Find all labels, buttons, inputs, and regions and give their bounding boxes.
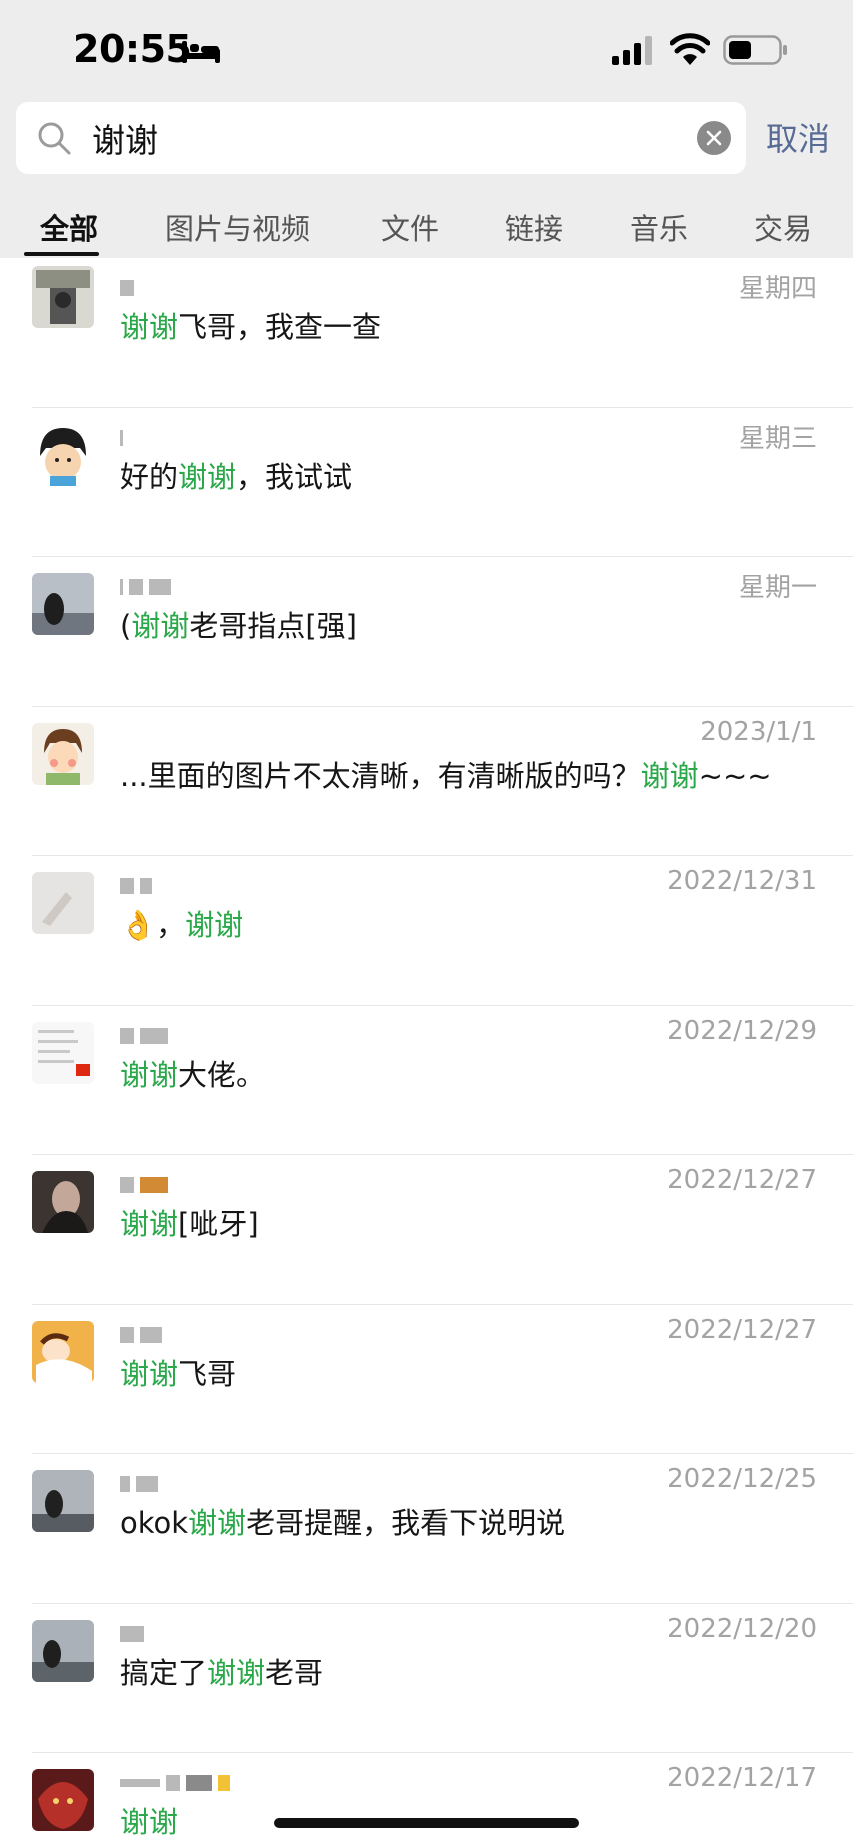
home-indicator[interactable] xyxy=(274,1818,579,1828)
contact-name-redacted xyxy=(120,1474,158,1494)
tab-links[interactable]: 链接 xyxy=(505,206,563,248)
contact-name-redacted xyxy=(120,1325,162,1345)
message-snippet: (谢谢老哥指点[强] xyxy=(120,609,357,643)
avatar xyxy=(32,266,94,328)
filter-tabs: 全部 图片与视频 文件 链接 音乐 交易 xyxy=(0,196,853,258)
search-box[interactable] xyxy=(16,102,746,174)
avatar xyxy=(32,1021,94,1084)
message-date: 2022/12/29 xyxy=(667,1015,817,1046)
contact-name-redacted xyxy=(120,1624,144,1644)
battery-icon xyxy=(723,35,787,65)
message-snippet: okok谢谢老哥提醒，我看下说明说 xyxy=(120,1506,566,1540)
header: 20:55 谢谢 取消 全部 图片与视频 文件 链接 音乐 交易 xyxy=(0,0,853,258)
avatar xyxy=(32,872,94,934)
message-date: 2022/12/27 xyxy=(667,1314,817,1345)
avatar xyxy=(32,1171,94,1233)
list-item[interactable]: 2022/12/17 谢谢 xyxy=(0,1753,853,1845)
message-date: 2022/12/17 xyxy=(667,1763,817,1793)
active-tab-indicator xyxy=(24,252,99,256)
cellular-signal-icon xyxy=(612,36,652,65)
message-date: 2022/12/20 xyxy=(667,1613,817,1644)
contact-name-redacted xyxy=(120,1175,168,1195)
search-row: 取消 xyxy=(0,100,853,176)
cancel-button[interactable]: 取消 xyxy=(766,114,830,160)
avatar xyxy=(32,722,94,785)
message-snippet: ...里面的图片不太清晰，有清晰版的吗？谢谢~~~ xyxy=(120,758,772,793)
contact-name-redacted xyxy=(120,876,152,896)
tab-images-videos[interactable]: 图片与视频 xyxy=(165,206,310,248)
avatar xyxy=(32,1619,94,1682)
avatar xyxy=(32,1320,94,1383)
message-snippet: 👌，谢谢 xyxy=(120,908,244,942)
sleep-focus-icon xyxy=(182,41,220,63)
clear-search-icon[interactable] xyxy=(697,121,731,155)
search-icon xyxy=(38,122,71,155)
list-item[interactable]: 星期四 谢谢飞哥，我查一查 xyxy=(0,258,853,408)
avatar xyxy=(32,1769,94,1831)
list-item[interactable]: 2022/12/29 谢谢大佬。 xyxy=(0,1006,853,1155)
message-snippet: 搞定了谢谢老哥 xyxy=(120,1655,324,1690)
list-item[interactable]: 2022/12/27 谢谢飞哥 xyxy=(0,1305,853,1454)
message-snippet: 谢谢 xyxy=(120,1805,179,1839)
contact-name-redacted xyxy=(120,428,123,448)
message-date: 2023/1/1 xyxy=(700,716,817,747)
message-snippet: 谢谢飞哥，我查一查 xyxy=(120,310,382,344)
search-results-list: 星期四 谢谢飞哥，我查一查 星期三 好的谢谢，我试试 星期一 (谢谢老哥指点[强… xyxy=(0,258,853,1845)
avatar xyxy=(32,573,94,635)
list-item[interactable]: 2022/12/20 搞定了谢谢老哥 xyxy=(0,1604,853,1753)
list-item[interactable]: 2022/12/31 👌，谢谢 xyxy=(0,856,853,1006)
list-item[interactable]: 2023/1/1 ...里面的图片不太清晰，有清晰版的吗？谢谢~~~ xyxy=(0,707,853,856)
message-date: 2022/12/31 xyxy=(667,866,817,896)
message-date: 星期四 xyxy=(738,274,817,304)
contact-name-redacted xyxy=(120,1026,168,1046)
message-snippet: 谢谢飞哥 xyxy=(120,1356,237,1391)
message-snippet: 谢谢[呲牙] xyxy=(120,1207,259,1241)
wifi-icon xyxy=(670,33,710,65)
tab-music[interactable]: 音乐 xyxy=(630,206,688,248)
message-snippet: 好的谢谢，我试试 xyxy=(120,459,353,494)
search-input[interactable] xyxy=(92,114,692,162)
tab-all[interactable]: 全部 xyxy=(40,206,98,248)
list-item[interactable]: 星期三 好的谢谢，我试试 xyxy=(0,408,853,557)
status-bar: 20:55 xyxy=(0,0,853,100)
message-date: 2022/12/25 xyxy=(667,1464,817,1494)
message-date: 2022/12/27 xyxy=(667,1165,817,1195)
avatar xyxy=(32,1470,94,1532)
message-date: 星期一 xyxy=(738,573,817,603)
contact-name-redacted xyxy=(120,577,171,597)
list-item[interactable]: 2022/12/25 okok谢谢老哥提醒，我看下说明说 xyxy=(0,1454,853,1604)
avatar xyxy=(32,423,94,486)
tab-files[interactable]: 文件 xyxy=(381,206,439,248)
contact-name-redacted xyxy=(120,278,134,298)
list-item[interactable]: 星期一 (谢谢老哥指点[强] xyxy=(0,557,853,707)
list-item[interactable]: 2022/12/27 谢谢[呲牙] xyxy=(0,1155,853,1305)
status-time: 20:55 xyxy=(73,27,192,71)
tab-transactions[interactable]: 交易 xyxy=(754,206,812,248)
message-snippet: 谢谢大佬。 xyxy=(120,1057,266,1092)
contact-name-redacted xyxy=(120,1773,230,1793)
message-date: 星期三 xyxy=(738,423,817,454)
